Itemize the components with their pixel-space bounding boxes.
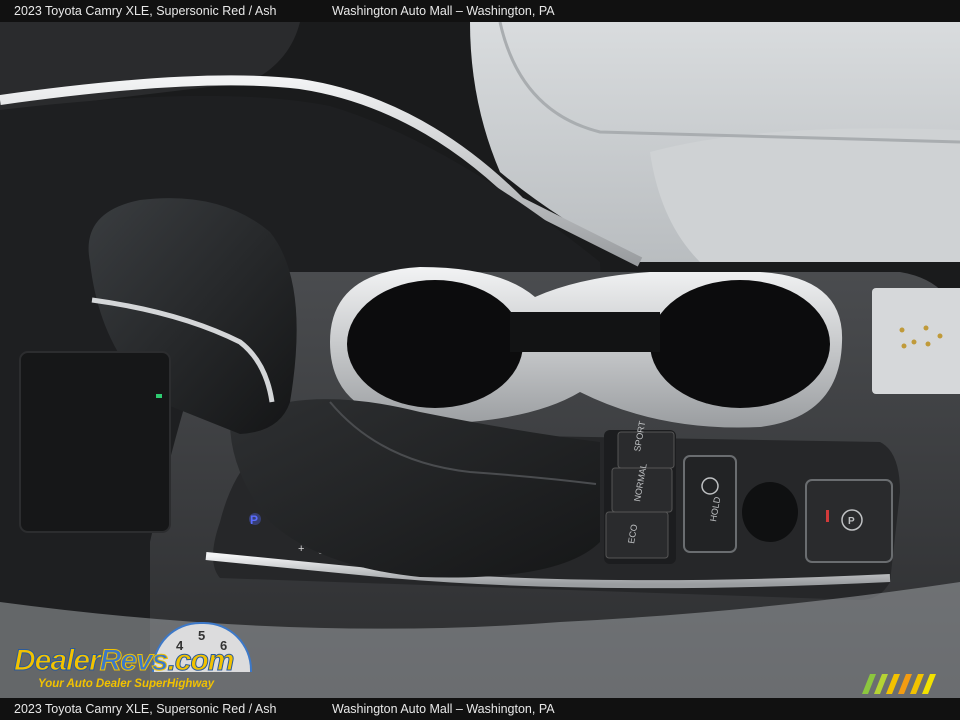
park-brake-label: P — [848, 516, 855, 527]
watermark-brand-com: .com — [167, 644, 235, 678]
park-brake-recess — [742, 482, 798, 542]
park-brake-led — [826, 510, 829, 522]
hold-button[interactable]: HOLD — [683, 455, 737, 553]
heater-led-3 — [923, 325, 929, 331]
heater-led-2 — [911, 339, 917, 345]
caption-bar-top: 2023 Toyota Camry XLE, Supersonic Red / … — [0, 0, 960, 22]
watermark-brand-revs: Revs — [99, 644, 169, 678]
heater-led-1 — [899, 327, 905, 333]
normal-button[interactable]: NORMAL — [611, 463, 673, 513]
cup-holder-left — [347, 280, 523, 408]
eco-button[interactable]: ECO — [605, 511, 669, 559]
gear-p: P — [250, 513, 258, 527]
seat-perforated-panel — [650, 128, 960, 262]
park-brake-button[interactable]: P — [805, 479, 893, 563]
cup-holder-bridge — [510, 312, 660, 352]
caption-car-title-bottom: 2023 Toyota Camry XLE, Supersonic Red / … — [14, 702, 277, 716]
caption-car-title: 2023 Toyota Camry XLE, Supersonic Red / … — [14, 4, 277, 18]
charger-led — [156, 394, 162, 398]
heater-led-6 — [937, 333, 943, 339]
drive-mode-panel: SPORT NORMAL ECO — [604, 420, 676, 564]
heater-led-5 — [901, 343, 907, 349]
caption-dealer-bottom: Washington Auto Mall – Washington, PA — [332, 702, 555, 716]
heater-led-4 — [925, 341, 931, 347]
caption-dealer: Washington Auto Mall – Washington, PA — [332, 4, 555, 18]
gauge-number-5: 5 — [198, 628, 206, 643]
wireless-charger-pad — [19, 351, 171, 533]
center-console-scene: P R N D + S – SPORT NORMAL — [0, 22, 960, 698]
watermark-tagline: Your Auto Dealer SuperHighway — [38, 678, 215, 690]
watermark-brand: DealerRevs.com — [14, 644, 235, 678]
speed-stripes-logo — [862, 674, 936, 694]
interior-photo: P R N D + S – SPORT NORMAL — [0, 22, 960, 698]
cup-holder-right — [650, 280, 830, 408]
dealerrevs-watermark: 4 5 6 DealerRevs.com Your Auto Dealer Su… — [12, 622, 272, 694]
caption-bar-bottom: 2023 Toyota Camry XLE, Supersonic Red / … — [0, 698, 960, 720]
watermark-brand-dealer: Dealer — [14, 644, 102, 678]
seat-heater-panel — [872, 288, 960, 394]
